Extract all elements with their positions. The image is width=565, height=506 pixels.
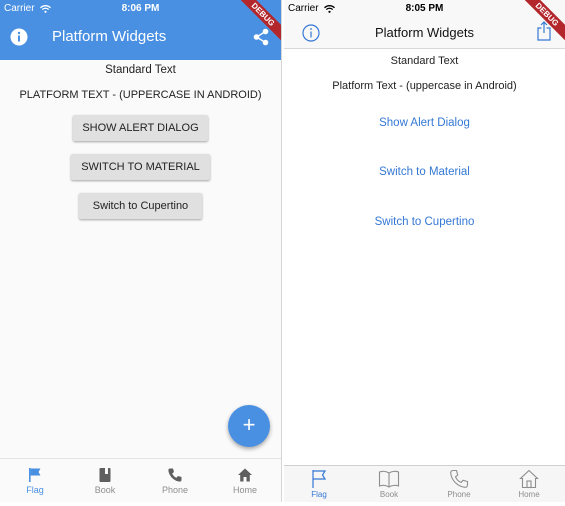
switch-to-cupertino-button[interactable]: Switch to Cupertino xyxy=(79,193,202,219)
book-icon xyxy=(99,468,111,482)
tab-book[interactable]: Book xyxy=(354,466,424,502)
home-icon xyxy=(238,468,252,482)
flag-outline-icon xyxy=(312,470,327,488)
cupertino-screen: Carrier 8:05 PM Platform Widgets DEBUG S… xyxy=(284,0,565,502)
tab-bar: Flag Book Phone Home xyxy=(284,465,565,502)
tab-label-home: Home xyxy=(518,490,540,499)
material-app-bar: Carrier 8:06 PM Platform Widgets xyxy=(0,0,281,60)
nav-item-home[interactable]: Home xyxy=(210,459,280,502)
platform-text: Platform Text - (uppercase in Android) xyxy=(332,80,517,92)
show-alert-dialog-button[interactable]: SHOW ALERT DIALOG xyxy=(73,115,208,141)
phone-icon xyxy=(168,468,182,482)
tab-label-phone: Phone xyxy=(447,490,471,499)
nav-label-home: Home xyxy=(232,485,257,495)
material-screen: Carrier 8:06 PM Platform Widgets DEBUG S… xyxy=(0,0,282,502)
home-outline-icon xyxy=(519,469,539,489)
page-title: Platform Widgets xyxy=(52,28,167,45)
status-time: 8:05 PM xyxy=(405,3,444,14)
bottom-nav: Flag Book Phone Home xyxy=(0,458,281,502)
cupertino-nav-bar: Carrier 8:05 PM Platform Widgets xyxy=(284,0,565,49)
plus-icon: + xyxy=(242,412,256,437)
status-bar: Carrier 8:05 PM xyxy=(284,0,565,18)
tab-label-flag: Flag xyxy=(311,490,327,499)
standard-text: Standard Text xyxy=(390,55,459,67)
nav-item-phone[interactable]: Phone xyxy=(140,459,210,502)
show-alert-dialog-button[interactable]: Show Alert Dialog xyxy=(284,117,565,129)
status-time: 8:06 PM xyxy=(121,3,160,14)
nav-label-flag: Flag xyxy=(26,485,44,495)
switch-to-material-button[interactable]: Switch to Material xyxy=(284,166,565,178)
nav-item-book[interactable]: Book xyxy=(70,459,140,502)
tab-label-book: Book xyxy=(379,490,399,499)
tab-home[interactable]: Home xyxy=(494,466,564,502)
tab-phone[interactable]: Phone xyxy=(424,466,494,502)
phone-outline-icon xyxy=(450,469,469,488)
platform-text: PLATFORM TEXT - (UPPERCASE IN ANDROID) xyxy=(19,89,262,101)
book-outline-icon xyxy=(378,470,400,488)
switch-to-material-button[interactable]: SWITCH TO MATERIAL xyxy=(71,154,210,180)
standard-text: Standard Text xyxy=(105,64,176,76)
add-fab-button[interactable]: + xyxy=(228,405,270,447)
page-title: Platform Widgets xyxy=(375,25,474,40)
debug-banner: DEBUG xyxy=(241,0,281,40)
switch-to-cupertino-button[interactable]: Switch to Cupertino xyxy=(284,216,565,228)
nav-item-flag[interactable]: Flag xyxy=(0,459,70,502)
flag-icon xyxy=(29,468,41,482)
nav-label-book: Book xyxy=(94,485,116,495)
status-bar: Carrier 8:06 PM xyxy=(0,0,281,18)
tab-flag[interactable]: Flag xyxy=(284,466,354,502)
debug-banner: DEBUG xyxy=(525,0,565,40)
nav-label-phone: Phone xyxy=(161,485,189,495)
info-icon[interactable] xyxy=(10,28,28,46)
